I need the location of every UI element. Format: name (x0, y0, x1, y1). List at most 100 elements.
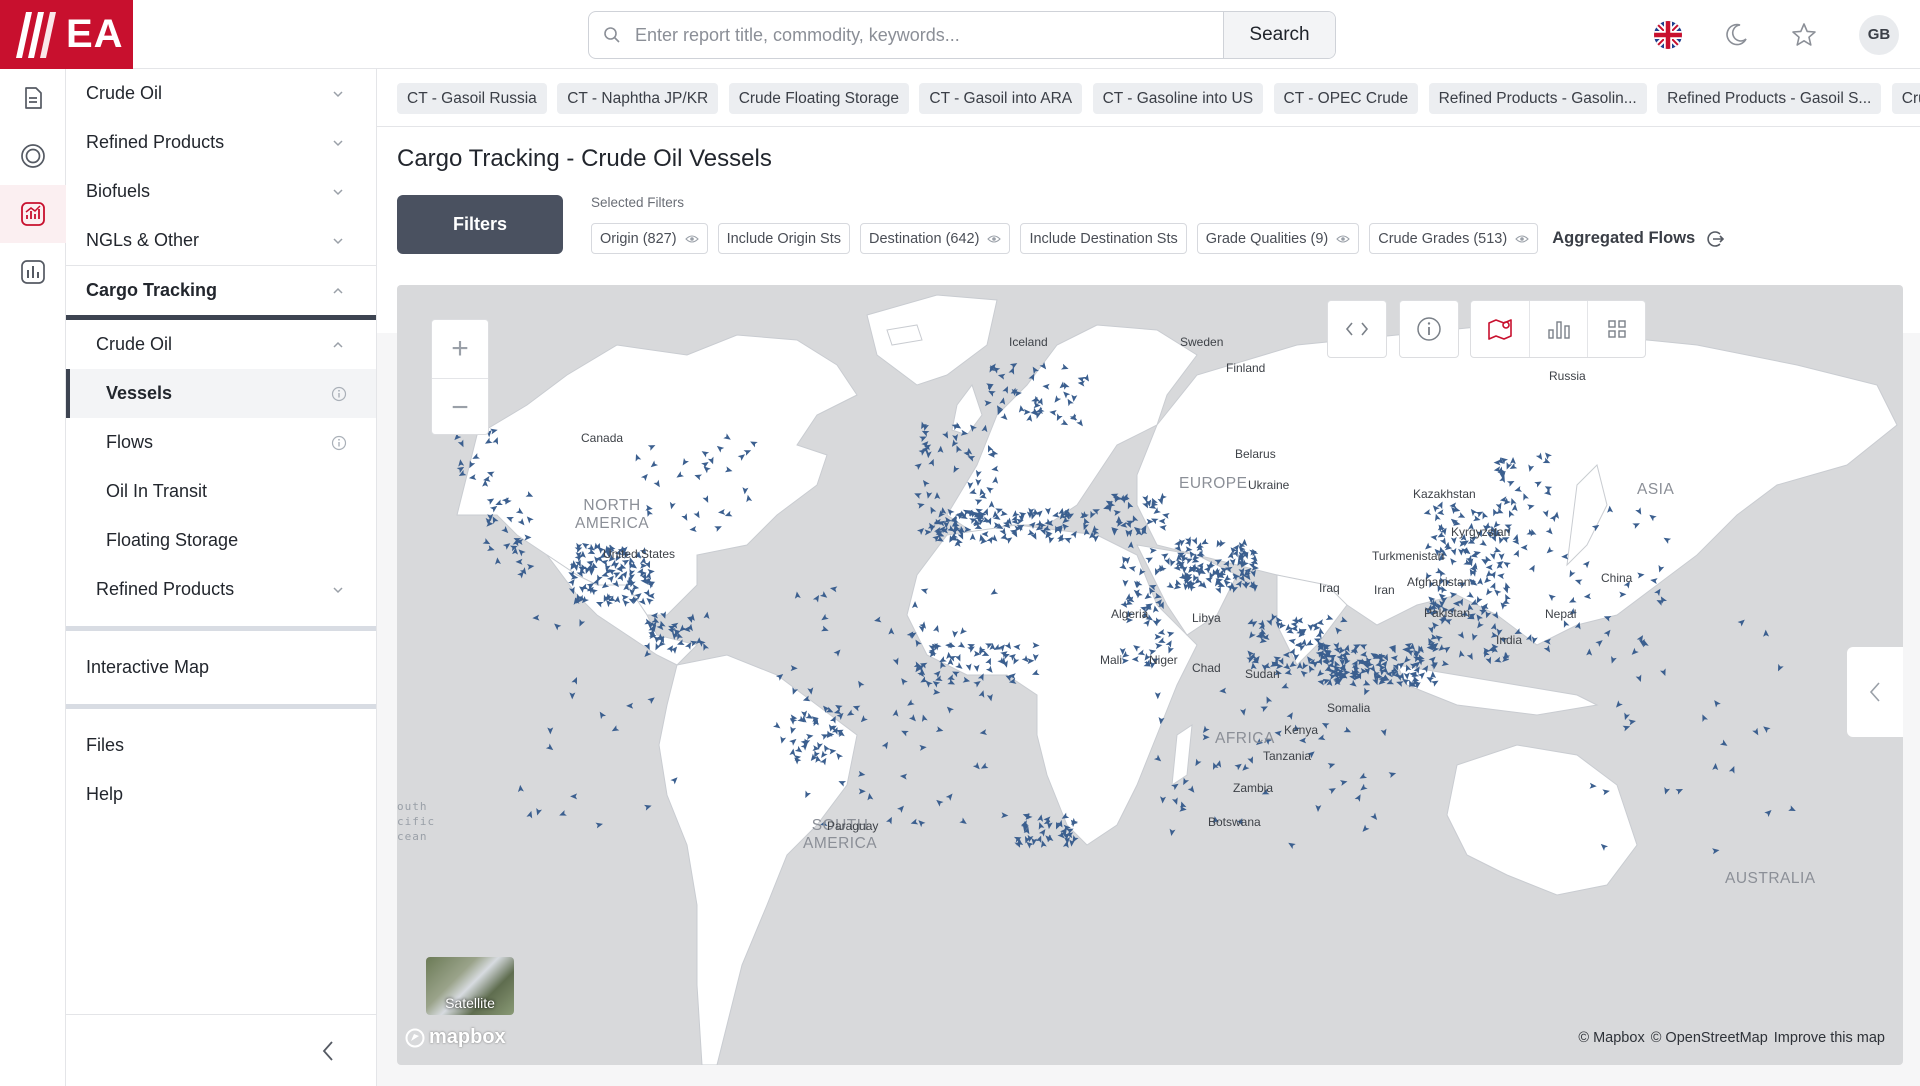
vessel-marker[interactable] (986, 693, 994, 702)
vessel-marker[interactable] (1317, 734, 1326, 742)
vessel-marker[interactable] (892, 657, 901, 666)
eye-icon[interactable] (987, 234, 1002, 244)
nav-cargo-crude-oil[interactable]: Crude Oil (66, 320, 376, 369)
vessel-marker[interactable] (1543, 644, 1553, 654)
dashboard-icon[interactable] (0, 243, 66, 301)
vessel-marker[interactable] (873, 616, 882, 624)
target-icon[interactable] (0, 127, 66, 185)
vessel-marker[interactable] (820, 613, 829, 623)
vessel-marker[interactable] (1009, 360, 1019, 370)
vessel-marker[interactable] (972, 762, 982, 771)
vessel-marker[interactable] (1493, 656, 1502, 665)
vessel-marker[interactable] (1752, 727, 1761, 737)
vessel-marker[interactable] (999, 397, 1006, 405)
vessel-marker[interactable] (951, 465, 960, 474)
vessel-marker[interactable] (703, 611, 711, 619)
saved-view-chip[interactable]: Refined Products - Gasoil S... (1657, 83, 1882, 114)
vessel-marker[interactable] (978, 689, 987, 698)
vessel-marker[interactable] (482, 538, 492, 547)
map-info-button[interactable] (1400, 301, 1458, 357)
vessel-marker[interactable] (1368, 664, 1378, 674)
vessel-marker[interactable] (1675, 786, 1684, 795)
vessel-marker[interactable] (558, 810, 567, 818)
vessel-marker[interactable] (819, 591, 829, 600)
search-button[interactable]: Search (1223, 12, 1335, 58)
vessel-marker[interactable] (1339, 778, 1348, 786)
vessel-marker[interactable] (1654, 587, 1663, 597)
vessel-marker[interactable] (945, 792, 955, 801)
vessel-marker[interactable] (984, 399, 992, 407)
vessel-marker[interactable] (1362, 679, 1372, 688)
vessel-marker[interactable] (1485, 656, 1493, 666)
vessel-marker[interactable] (1172, 797, 1180, 806)
vessel-marker[interactable] (695, 637, 702, 645)
vessel-marker[interactable] (1466, 652, 1476, 661)
vessel-marker[interactable] (1603, 628, 1613, 638)
vessel-marker[interactable] (973, 679, 982, 688)
nav-cargo-tracking[interactable]: Cargo Tracking (66, 266, 376, 315)
nav-ngls-other[interactable]: NGLs & Other (66, 216, 376, 265)
vessel-marker[interactable] (947, 678, 956, 687)
vessel-marker[interactable] (1240, 763, 1250, 773)
filter-chip-include-origin-sts[interactable]: Include Origin Sts (717, 223, 851, 254)
vessel-marker[interactable] (547, 727, 554, 735)
vessel-marker[interactable] (1193, 758, 1202, 768)
vessel-marker[interactable] (954, 444, 963, 454)
vessel-marker[interactable] (570, 793, 578, 800)
vessel-marker[interactable] (856, 679, 865, 689)
vessel-marker[interactable] (1712, 763, 1719, 771)
vessel-marker[interactable] (456, 464, 466, 474)
vessel-marker[interactable] (910, 818, 919, 827)
aggregated-flows-link[interactable]: Aggregated Flows (1552, 229, 1725, 249)
vessel-marker[interactable] (913, 491, 922, 499)
vessel-marker[interactable] (597, 710, 607, 720)
vessel-marker[interactable] (1660, 668, 1668, 677)
vessel-marker[interactable] (794, 591, 801, 599)
info-icon[interactable] (331, 435, 347, 451)
vessel-marker[interactable] (644, 803, 653, 811)
map-view-button[interactable] (1471, 301, 1529, 357)
vessel-marker[interactable] (917, 501, 925, 509)
vessel-marker[interactable] (959, 817, 968, 827)
mapbox-attribution-link[interactable]: © Mapbox (1578, 1030, 1644, 1046)
vessel-marker[interactable] (1388, 770, 1397, 779)
vessel-marker[interactable] (515, 558, 523, 565)
vessel-marker[interactable] (945, 704, 954, 714)
vessel-marker[interactable] (919, 676, 928, 685)
vessel-marker[interactable] (534, 807, 543, 816)
vessel-marker[interactable] (1390, 655, 1398, 662)
vessel-marker[interactable] (1333, 625, 1343, 635)
saved-view-chip[interactable]: Refined Products - Gasolin... (1428, 83, 1647, 114)
vessel-marker[interactable] (937, 445, 944, 453)
vessel-marker[interactable] (1360, 824, 1370, 834)
collapse-sidebar-button[interactable] (66, 1014, 377, 1086)
info-icon[interactable] (331, 386, 347, 402)
vessel-marker[interactable] (916, 818, 926, 828)
embed-code-button[interactable] (1328, 301, 1386, 357)
vessel-marker[interactable] (807, 687, 814, 695)
vessel-marker[interactable] (1362, 687, 1370, 697)
vessel-marker[interactable] (1168, 828, 1176, 837)
vessel-marker[interactable] (1088, 510, 1096, 520)
vessel-marker[interactable] (1001, 812, 1009, 819)
vessel-marker[interactable] (1299, 668, 1309, 678)
vessel-marker[interactable] (1260, 704, 1269, 713)
vessel-marker[interactable] (1068, 839, 1076, 847)
uk-flag-icon[interactable] (1634, 0, 1702, 69)
vessel-marker[interactable] (1315, 669, 1325, 678)
vessel-marker[interactable] (1339, 616, 1349, 625)
vessel-marker[interactable] (919, 744, 927, 751)
vessel-marker[interactable] (981, 424, 988, 433)
vessel-marker[interactable] (1282, 651, 1290, 658)
filter-chip-include-destination-sts[interactable]: Include Destination Sts (1020, 223, 1187, 254)
vessel-marker[interactable] (928, 505, 937, 515)
vessel-marker[interactable] (934, 798, 944, 807)
vessel-marker[interactable] (457, 459, 465, 467)
saved-view-chip[interactable]: CT - Naphtha JP/KR (557, 83, 719, 114)
zoom-out-button[interactable]: − (432, 378, 488, 436)
saved-view-chip[interactable]: CT - Gasoil Russia (397, 83, 547, 114)
filters-button[interactable]: Filters (397, 195, 563, 254)
nav-oil-in-transit[interactable]: Oil In Transit (66, 467, 376, 516)
vessel-marker[interactable] (1380, 728, 1389, 737)
analytics-icon[interactable] (0, 185, 66, 243)
